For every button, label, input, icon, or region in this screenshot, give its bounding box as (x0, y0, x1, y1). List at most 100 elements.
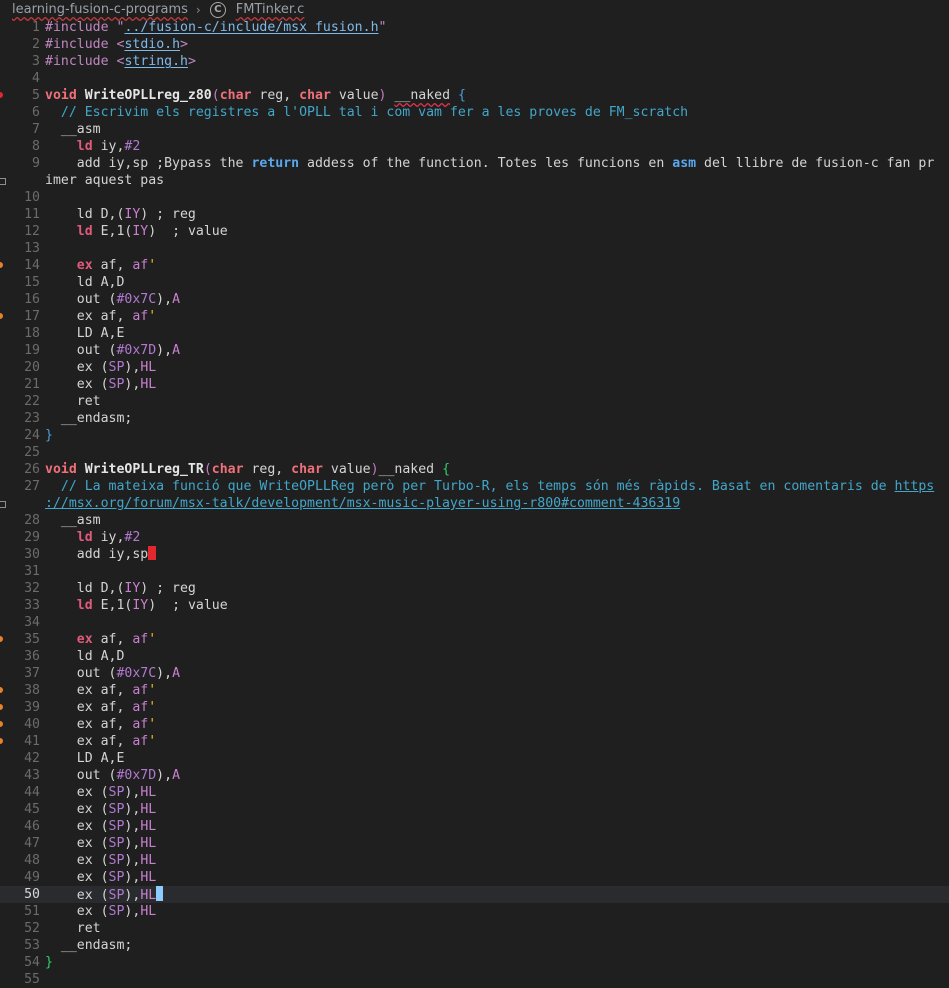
code-line[interactable]: 38 ex af, af' (0, 682, 949, 699)
code-line[interactable]: 11 ld D,(IY) ; reg (0, 206, 949, 223)
code-line[interactable]: 46 ex (SP),HL (0, 818, 949, 835)
c-file-icon: C (209, 1, 226, 18)
code-line[interactable]: 5 void WriteOPLLreg_z80(char reg, char va… (0, 87, 949, 104)
code-line[interactable]: 40 ex af, af' (0, 716, 949, 733)
code-line[interactable]: 32 ld D,(IY) ; reg (0, 580, 949, 597)
line-number: 52 (24, 921, 40, 936)
code-line[interactable]: 37 out (#0x7C),A (0, 665, 949, 682)
line-number: 43 (24, 768, 40, 783)
code-line[interactable]: 31 (0, 563, 949, 580)
code-line[interactable]: 27 // La mateixa funció que WriteOPLLReg… (0, 478, 949, 495)
line-number: 42 (24, 751, 40, 766)
code-line[interactable]: 34 (0, 614, 949, 631)
code-line[interactable]: 10 (0, 189, 949, 206)
code-line[interactable]: 8 ld iy,#2 (0, 138, 949, 155)
code-line[interactable]: 29 ld iy,#2 (0, 529, 949, 546)
code-line[interactable]: 17 ex af, af' (0, 308, 949, 325)
code-line[interactable]: 4 (0, 70, 949, 87)
code-text: ex (SP),HL (45, 360, 157, 375)
code-line[interactable]: 2 #include <stdio.h> (0, 36, 949, 53)
line-number: 28 (24, 513, 40, 528)
code-text: ex af, af' (45, 700, 157, 715)
line-number: 15 (24, 275, 40, 290)
line-number: 41 (24, 734, 40, 749)
code-text: imer aquest pas (45, 173, 165, 188)
code-line[interactable]: 9 add iy,sp ;Bypass the return addess of… (0, 155, 949, 172)
code-text: // La mateixa funció que WriteOPLLReg pe… (45, 479, 935, 494)
code-line[interactable]: 33 ld E,1(IY) ; value (0, 597, 949, 614)
line-number: 20 (24, 360, 40, 375)
line-number: 25 (24, 445, 40, 460)
code-line[interactable]: 47 ex (SP),HL (0, 835, 949, 852)
line-number: 22 (24, 394, 40, 409)
code-line[interactable]: 15 ld A,D (0, 274, 949, 291)
line-number: 45 (24, 802, 40, 817)
line-number: 30 (24, 547, 40, 562)
code-text: ex af, af' (45, 309, 157, 324)
code-line-wrap[interactable]: ://msx.org/forum/msx-talk/development/ms… (0, 495, 949, 512)
code-line[interactable]: 12 ld E,1(IY) ; value (0, 223, 949, 240)
code-line[interactable]: 20 ex (SP),HL (0, 359, 949, 376)
code-line[interactable]: 26 void WriteOPLLreg_TR(char reg, char va… (0, 461, 949, 478)
code-line[interactable]: 44 ex (SP),HL (0, 784, 949, 801)
code-line[interactable]: 14 ex af, af' (0, 257, 949, 274)
line-number: 3 (32, 54, 40, 69)
code-line[interactable]: 52 ret (0, 920, 949, 937)
code-line[interactable]: 25 (0, 444, 949, 461)
line-number: 50 (24, 887, 40, 902)
code-text: ld iy,#2 (76, 139, 141, 154)
code-line[interactable]: 7 __asm (0, 121, 949, 138)
code-text: ex (SP),HL (45, 886, 164, 903)
code-line[interactable]: 42 LD A,E (0, 750, 949, 767)
code-text: __asm (45, 513, 101, 528)
code-line[interactable]: 6 // Escrivim els registres a l'OPLL tal… (0, 104, 949, 121)
code-line[interactable]: 19 out (#0x7D),A (0, 342, 949, 359)
code-line[interactable]: 45 ex (SP),HL (0, 801, 949, 818)
code-editor[interactable]: 1 #include "../fusion-c/include/msx_fusio… (0, 19, 949, 988)
code-line[interactable]: 49 ex (SP),HL (0, 869, 949, 886)
line-number: 46 (24, 819, 40, 834)
code-text: } (45, 955, 53, 970)
code-line-wrap[interactable]: imer aquest pas (0, 172, 949, 189)
line-number: 11 (24, 207, 40, 222)
code-line[interactable]: 41 ex af, af' (0, 733, 949, 750)
code-line[interactable]: 53 __endasm; (0, 937, 949, 954)
code-line[interactable]: 18 LD A,E (0, 325, 949, 342)
code-line[interactable]: 55 (0, 971, 949, 988)
line-number: 23 (24, 411, 40, 426)
line-number: 32 (24, 581, 40, 596)
code-line[interactable]: 23 __endasm; (0, 410, 949, 427)
code-line[interactable]: 54} (0, 954, 949, 971)
code-line[interactable]: 50 ex (SP),HL (0, 886, 949, 903)
code-line[interactable]: 3 #include <string.h> (0, 53, 949, 70)
code-line[interactable]: 39 ex af, af' (0, 699, 949, 716)
code-line[interactable]: 1 #include "../fusion-c/include/msx_fusio… (0, 19, 949, 36)
line-number: 29 (24, 530, 40, 545)
code-line[interactable]: 22 ret (0, 393, 949, 410)
code-line[interactable]: 13 (0, 240, 949, 257)
line-number: 6 (32, 105, 40, 120)
code-text: ld D,(IY) ; reg (45, 581, 196, 596)
code-line[interactable]: 35 ex af, af' (0, 631, 949, 648)
code-text: ret (45, 921, 101, 936)
line-number (0, 172, 40, 189)
code-line[interactable]: 24} (0, 427, 949, 444)
code-line[interactable]: 36 ld A,D (0, 648, 949, 665)
code-line[interactable]: 30 add iy,sp (0, 546, 949, 563)
code-text: ld E,1(IY) ; value (76, 224, 228, 239)
wrap-indicator-icon (0, 501, 6, 508)
code-line[interactable]: 16 out (#0x7C),A (0, 291, 949, 308)
code-line[interactable]: 28 __asm (0, 512, 949, 529)
line-number: 40 (24, 717, 40, 732)
line-number: 36 (24, 649, 40, 664)
code-line[interactable]: 21 ex (SP),HL (0, 376, 949, 393)
breadcrumb-folder[interactable]: learning-fusion-c-programs (12, 2, 188, 17)
breadcrumb: learning-fusion-c-programs › C FMTinker.… (0, 0, 949, 19)
code-line[interactable]: 48 ex (SP),HL (0, 852, 949, 869)
code-text: __endasm; (45, 938, 133, 953)
code-text: ex af, af' (76, 632, 157, 647)
code-line[interactable]: 51 ex (SP),HL (0, 903, 949, 920)
breadcrumb-file[interactable]: FMTinker.c (236, 2, 305, 17)
code-line[interactable]: 43 out (#0x7D),A (0, 767, 949, 784)
line-number: 49 (24, 870, 40, 885)
